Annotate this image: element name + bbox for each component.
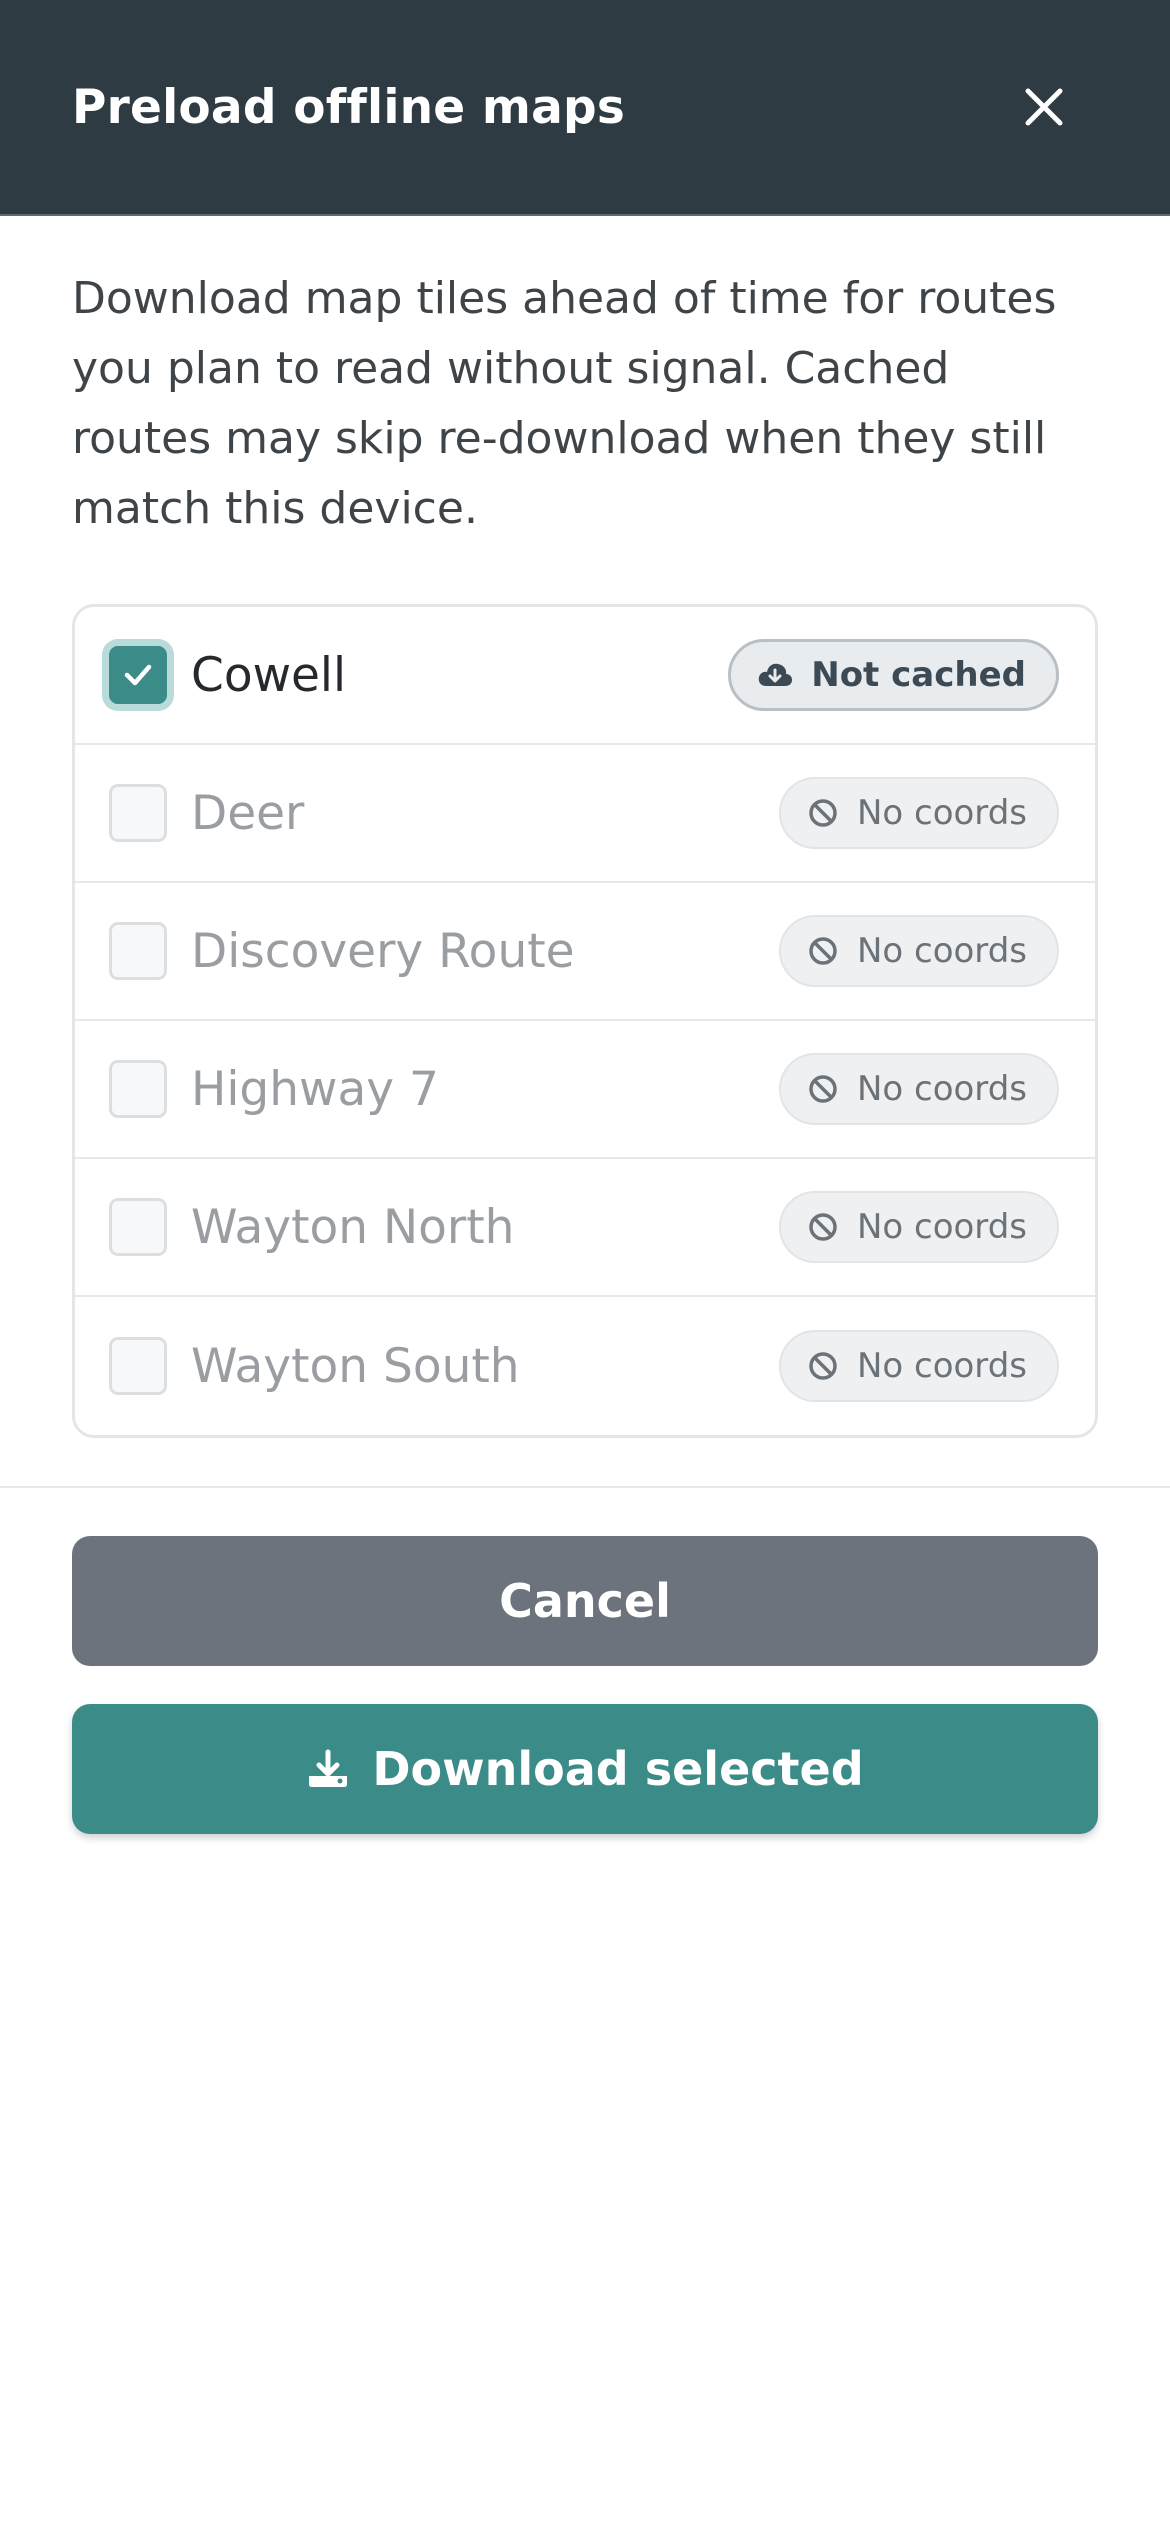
download-icon [309, 1749, 348, 1787]
route-name: Discovery Route [191, 923, 575, 979]
route-name: Wayton South [191, 1338, 520, 1394]
status-badge-label: No coords [856, 1346, 1027, 1386]
close-icon [1025, 88, 1063, 126]
download-selected-label: Download selected [372, 1742, 864, 1796]
download-selected-button[interactable]: Download selected [72, 1704, 1098, 1834]
modal-title: Preload offline maps [72, 79, 626, 135]
status-badge-label: No coords [856, 793, 1027, 833]
cancel-button[interactable]: Cancel [72, 1536, 1098, 1666]
status-badge: No coords [778, 1053, 1059, 1125]
ban-icon [809, 799, 837, 827]
status-badge-label: No coords [856, 931, 1027, 971]
route-list: Cowell Not cached Deer No coords Discove… [72, 604, 1098, 1438]
modal-body: Download map tiles ahead of time for rou… [0, 264, 1170, 1438]
ban-icon [809, 1213, 837, 1241]
status-badge: No coords [778, 915, 1059, 987]
route-name: Highway 7 [191, 1061, 439, 1117]
status-badge-label: Not cached [811, 655, 1026, 695]
checkmark-icon [124, 664, 152, 686]
route-checkbox [109, 922, 167, 980]
status-badge: No coords [778, 1191, 1059, 1263]
route-row: Discovery Route No coords [75, 883, 1095, 1021]
status-badge: Not cached [728, 639, 1059, 711]
status-badge: No coords [778, 777, 1059, 849]
status-badge-label: No coords [856, 1069, 1027, 1109]
ban-icon [809, 937, 837, 965]
route-row: Wayton South No coords [75, 1297, 1095, 1435]
modal-description: Download map tiles ahead of time for rou… [72, 273, 1057, 534]
ban-icon [809, 1075, 837, 1103]
cloud-download-icon [758, 663, 793, 686]
route-row[interactable]: Cowell Not cached [75, 607, 1095, 745]
route-checkbox [109, 784, 167, 842]
route-checkbox [109, 1198, 167, 1256]
route-row: Wayton North No coords [75, 1159, 1095, 1297]
route-row: Deer No coords [75, 745, 1095, 883]
route-name: Wayton North [191, 1199, 515, 1255]
route-checkbox [109, 1060, 167, 1118]
route-checkbox[interactable] [109, 646, 167, 704]
modal-header: Preload offline maps [0, 0, 1170, 216]
route-name: Deer [191, 785, 305, 841]
ban-icon [809, 1352, 837, 1380]
status-badge-label: No coords [856, 1207, 1027, 1247]
route-checkbox [109, 1337, 167, 1395]
route-name: Cowell [191, 647, 347, 703]
close-button[interactable] [1022, 85, 1066, 129]
modal-actions: Cancel Download selected [0, 1488, 1170, 1834]
route-row: Highway 7 No coords [75, 1021, 1095, 1159]
status-badge: No coords [778, 1330, 1059, 1402]
